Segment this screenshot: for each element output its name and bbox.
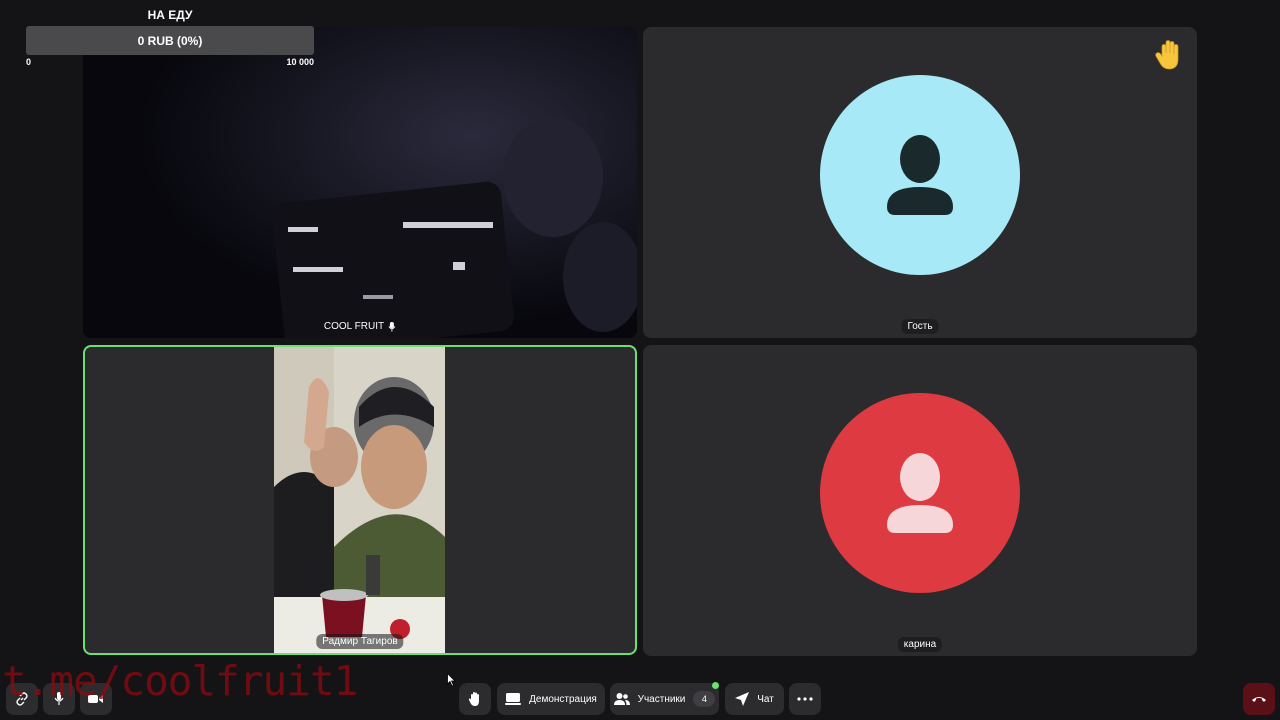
raise-hand-button[interactable] bbox=[459, 683, 491, 715]
video-tile-karina[interactable]: карина bbox=[643, 345, 1197, 656]
hand-icon bbox=[468, 692, 479, 706]
participant-name: карина bbox=[903, 639, 937, 650]
video-feed-dark-phone bbox=[83, 27, 637, 338]
participant-name-label: COOL FRUIT bbox=[317, 319, 403, 334]
participant-name-label: Гость bbox=[901, 319, 939, 334]
microphone-button[interactable] bbox=[43, 683, 75, 715]
chat-label: Чат bbox=[757, 693, 774, 705]
link-icon bbox=[16, 692, 28, 706]
more-icon bbox=[797, 697, 813, 701]
video-tile-cool-fruit[interactable]: COOL FRUIT bbox=[83, 27, 637, 338]
chat-button[interactable]: Чат bbox=[725, 683, 784, 715]
video-feed-two-people bbox=[274, 347, 445, 653]
screen-share-button[interactable]: Демонстрация bbox=[497, 683, 605, 715]
microphone-icon bbox=[388, 321, 396, 331]
goal-max-label: 10 000 bbox=[286, 57, 314, 67]
send-icon bbox=[735, 692, 750, 706]
participants-label: Участники bbox=[637, 693, 686, 705]
mouse-cursor-icon bbox=[447, 673, 456, 687]
user-icon bbox=[820, 392, 1020, 593]
goal-range: 0 10 000 bbox=[26, 57, 314, 67]
camera-icon bbox=[88, 695, 103, 703]
copy-link-button[interactable] bbox=[6, 683, 38, 715]
participant-name: Радмир Тагиров bbox=[322, 636, 398, 647]
participant-name-label: Радмир Тагиров bbox=[316, 634, 404, 649]
microphone-icon bbox=[54, 692, 64, 705]
screen-share-icon bbox=[505, 693, 522, 705]
hangup-icon bbox=[1252, 697, 1266, 702]
raised-hand-icon bbox=[1155, 40, 1179, 70]
avatar bbox=[820, 392, 1020, 593]
screen-share-label: Демонстрация bbox=[529, 693, 597, 705]
goal-title: НА ЕДУ bbox=[147, 8, 193, 22]
donation-goal-widget: НА ЕДУ 0 RUB (0%) 0 10 000 bbox=[26, 8, 314, 67]
participants-button[interactable]: Участники 4 bbox=[610, 682, 719, 715]
camera-button[interactable] bbox=[80, 683, 112, 715]
video-tile-radmir[interactable]: Радмир Тагиров bbox=[83, 345, 637, 655]
participant-name: Гость bbox=[907, 321, 933, 332]
avatar bbox=[820, 74, 1020, 275]
participants-status-dot bbox=[712, 682, 719, 689]
participant-name: COOL FRUIT bbox=[323, 321, 385, 332]
video-tile-guest[interactable]: Гость bbox=[643, 27, 1197, 338]
participants-icon bbox=[613, 693, 630, 705]
end-call-button[interactable] bbox=[1243, 683, 1275, 715]
participants-count-badge: 4 bbox=[693, 691, 716, 707]
goal-progress-bar: 0 RUB (0%) bbox=[26, 26, 314, 55]
goal-progress-text: 0 RUB (0%) bbox=[137, 33, 203, 48]
participant-name-label: карина bbox=[897, 637, 943, 652]
more-button[interactable] bbox=[789, 683, 821, 715]
goal-min-label: 0 bbox=[26, 57, 32, 67]
user-icon bbox=[820, 74, 1020, 275]
